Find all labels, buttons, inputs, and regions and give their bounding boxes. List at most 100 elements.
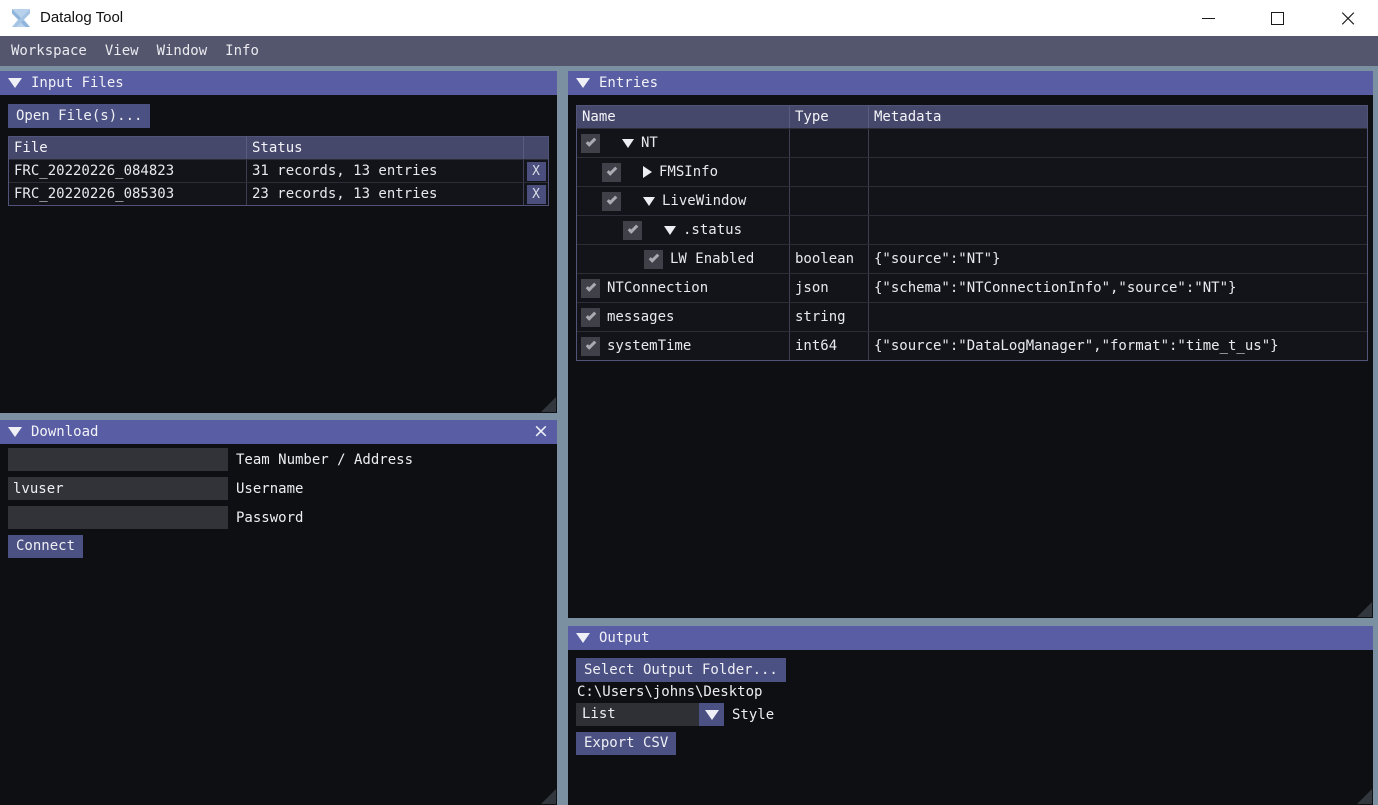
style-combo-button[interactable] (699, 703, 724, 726)
check-icon (606, 194, 617, 205)
entry-checkbox[interactable] (602, 163, 621, 182)
table-row: FRC_20220226_08530323 records, 13 entrie… (9, 182, 548, 205)
entry-row: NTConnectionjson{"schema":"NTConnectionI… (577, 273, 1367, 302)
panel-title: Download (31, 424, 98, 440)
entry-row: NT (577, 128, 1367, 157)
check-icon (585, 339, 596, 350)
entry-type-cell (789, 187, 868, 215)
field-label: Username (236, 481, 303, 497)
entry-name-label: NTConnection (607, 280, 708, 296)
chevron-down-icon (705, 710, 719, 720)
entry-name-label: systemTime (607, 338, 691, 354)
file-name-cell: FRC_20220226_085303 (9, 183, 246, 205)
download-field-row: Team Number / Address (8, 448, 413, 471)
entry-checkbox[interactable] (623, 221, 642, 240)
menu-item-window[interactable]: Window (148, 36, 217, 66)
resize-grip-icon[interactable] (1357, 789, 1372, 804)
menu-item-view[interactable]: View (96, 36, 148, 66)
table-row: FRC_20220226_08482331 records, 13 entrie… (9, 159, 548, 182)
style-combo-label: Style (732, 707, 774, 723)
entry-row: .status (577, 215, 1367, 244)
entry-checkbox[interactable] (602, 192, 621, 211)
file-status-cell: 31 records, 13 entries (246, 160, 523, 182)
check-icon (585, 136, 596, 147)
style-combo-value[interactable]: List (576, 703, 699, 726)
entry-name-label: LiveWindow (662, 193, 746, 209)
download-header[interactable]: Download × (0, 420, 557, 444)
entry-checkbox[interactable] (581, 308, 600, 327)
maximize-button[interactable] (1254, 0, 1300, 36)
entry-type-cell (789, 158, 868, 186)
entry-name-label: messages (607, 309, 674, 325)
connect-button[interactable]: Connect (8, 535, 83, 558)
entries-header[interactable]: Entries (568, 71, 1373, 95)
close-button[interactable]: × (1325, 0, 1371, 36)
tree-expand-right-icon[interactable] (643, 166, 652, 178)
entry-metadata-cell (868, 187, 1367, 215)
remove-file-button[interactable]: X (527, 162, 546, 181)
team-number-field[interactable] (8, 448, 228, 471)
minimize-button[interactable] (1185, 0, 1231, 36)
entry-metadata-cell (868, 158, 1367, 186)
entry-checkbox[interactable] (581, 279, 600, 298)
entry-name-cell: LiveWindow (577, 187, 789, 215)
input-files-table-head: File Status (9, 137, 548, 159)
collapse-down-icon (576, 78, 590, 88)
tree-expand-down-icon[interactable] (664, 226, 676, 235)
panel-title: Entries (599, 75, 658, 91)
entry-checkbox[interactable] (644, 250, 663, 269)
panel-title: Input Files (31, 75, 124, 91)
download-field-row: Password (8, 506, 303, 529)
download-field-row: Username (8, 477, 303, 500)
entry-name-cell: FMSInfo (577, 158, 789, 186)
resize-grip-icon[interactable] (541, 789, 556, 804)
tree-expand-down-icon[interactable] (643, 197, 655, 206)
export-csv-button[interactable]: Export CSV (576, 732, 676, 755)
entry-type-cell (789, 129, 868, 157)
entry-type-cell (789, 216, 868, 244)
entry-row: FMSInfo (577, 157, 1367, 186)
remove-file-button[interactable]: X (527, 185, 546, 204)
input-files-header[interactable]: Input Files (0, 71, 557, 95)
password-field[interactable] (8, 506, 228, 529)
field-label: Team Number / Address (236, 452, 413, 468)
input-files-panel: Input Files Open File(s)... File Status … (0, 71, 557, 413)
close-icon: × (1338, 8, 1358, 28)
titlebar: Datalog Tool × (0, 0, 1378, 36)
column-header-type: Type (789, 106, 868, 128)
entry-name-label: NT (641, 135, 658, 151)
panel-close-icon[interactable]: × (531, 420, 551, 444)
panel-title: Output (599, 630, 650, 646)
output-header[interactable]: Output (568, 626, 1373, 650)
entry-checkbox[interactable] (581, 337, 600, 356)
entry-metadata-cell (868, 129, 1367, 157)
select-output-folder-button[interactable]: Select Output Folder... (576, 658, 786, 682)
entry-row: LW Enabledboolean{"source":"NT"} (577, 244, 1367, 273)
input-files-table-body: FRC_20220226_08482331 records, 13 entrie… (9, 159, 548, 205)
entry-row: systemTimeint64{"source":"DataLogManager… (577, 331, 1367, 360)
menu-item-info[interactable]: Info (216, 36, 268, 66)
entries-panel: Entries Name Type Metadata NT FMSInfo Live… (568, 71, 1373, 618)
entry-type-cell: boolean (789, 245, 868, 273)
entry-row: LiveWindow (577, 186, 1367, 215)
style-combo[interactable]: List Style (576, 703, 774, 726)
resize-grip-icon[interactable] (1357, 602, 1372, 617)
entry-type-cell: int64 (789, 332, 868, 360)
output-panel: Output Select Output Folder... C:\Users\… (568, 626, 1373, 805)
file-name-cell: FRC_20220226_084823 (9, 160, 246, 182)
menu-item-workspace[interactable]: Workspace (2, 36, 96, 66)
column-header-actions (523, 137, 548, 159)
column-header-name: Name (577, 106, 789, 128)
output-path: C:\Users\johns\Desktop (577, 684, 762, 700)
entries-table-head: Name Type Metadata (577, 106, 1367, 128)
tree-expand-down-icon[interactable] (622, 139, 634, 148)
column-header-metadata: Metadata (868, 106, 1367, 128)
column-header-status: Status (246, 137, 523, 159)
entry-name-label: LW Enabled (670, 251, 754, 267)
open-files-button[interactable]: Open File(s)... (8, 104, 150, 128)
entry-name-cell: .status (577, 216, 789, 244)
username-field[interactable] (8, 477, 228, 500)
minimize-icon (1202, 18, 1215, 19)
entry-checkbox[interactable] (581, 134, 600, 153)
resize-grip-icon[interactable] (541, 397, 556, 412)
